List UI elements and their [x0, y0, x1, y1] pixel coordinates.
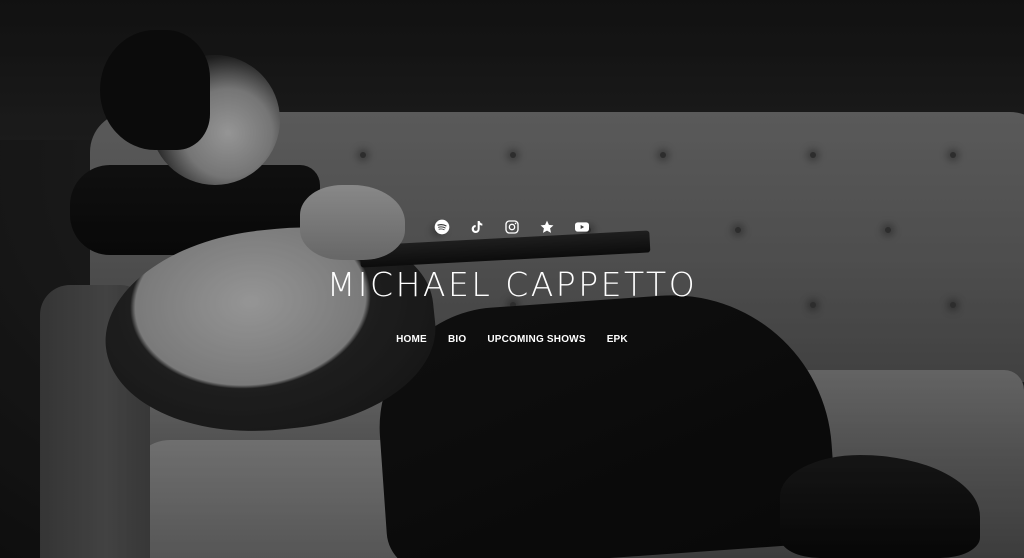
youtube-link[interactable] — [573, 218, 591, 236]
star-icon — [540, 220, 554, 233]
nav-item-epk[interactable]: EPK — [607, 334, 628, 345]
instagram-icon — [505, 220, 519, 234]
nav-item-home[interactable]: HOME — [396, 334, 427, 345]
site-title[interactable]: MICHAEL CAPPETTO — [0, 265, 1024, 304]
hero-section: MICHAEL CAPPETTO HOME BIO UPCOMING SHOWS… — [0, 0, 1024, 558]
spotify-link[interactable] — [433, 218, 451, 236]
tiktok-icon — [471, 221, 483, 233]
youtube-icon — [575, 222, 589, 232]
instagram-link[interactable] — [503, 218, 521, 236]
tiktok-link[interactable] — [468, 218, 486, 236]
social-links — [0, 218, 1024, 236]
star-link[interactable] — [538, 218, 556, 236]
spotify-icon — [434, 219, 450, 235]
header-content: MICHAEL CAPPETTO HOME BIO UPCOMING SHOWS… — [0, 0, 1024, 558]
nav-item-upcoming-shows[interactable]: UPCOMING SHOWS — [487, 334, 585, 345]
main-nav: HOME BIO UPCOMING SHOWS EPK — [0, 334, 1024, 345]
nav-item-bio[interactable]: BIO — [448, 334, 466, 345]
